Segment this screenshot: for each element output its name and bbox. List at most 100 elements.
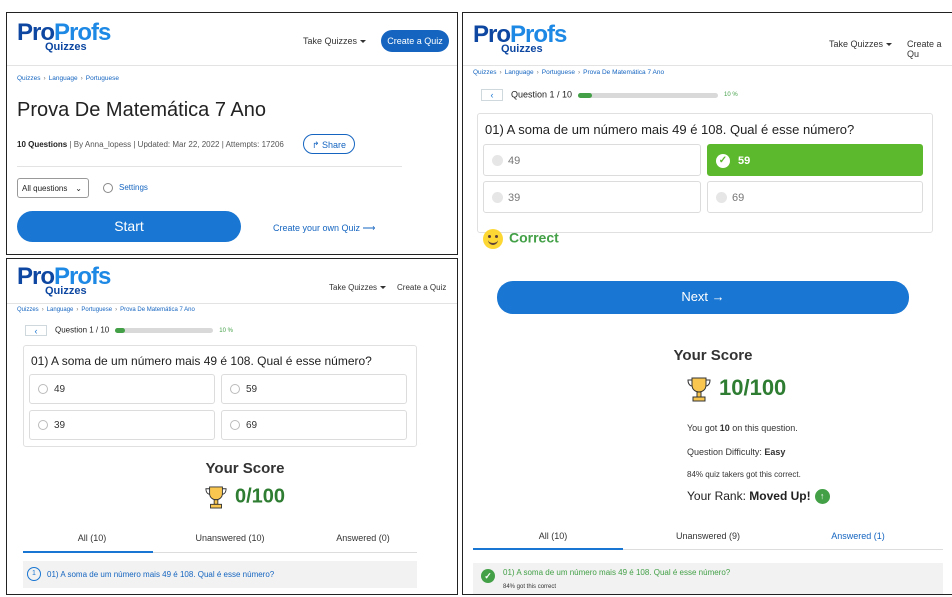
tab-unanswered[interactable]: Unanswered (10) — [175, 533, 285, 543]
question-filter-select[interactable]: All questions ⌄ — [17, 178, 89, 198]
list-item-text: 01) A soma de um número mais 49 é 108. Q… — [503, 568, 731, 577]
progress-percent: 10 % — [724, 92, 738, 98]
page-title: Prova De Matemática 7 Ano — [17, 99, 267, 121]
breadcrumb-quiz-title[interactable]: Prova De Matemática 7 Ano — [583, 69, 664, 76]
previous-question-button[interactable]: ‹ — [25, 325, 47, 336]
breadcrumb-quizzes[interactable]: Quizzes — [473, 69, 496, 76]
breadcrumb-quizzes[interactable]: Quizzes — [17, 75, 40, 82]
score-number: 10/100 — [719, 375, 787, 400]
option-radio — [230, 384, 240, 394]
breadcrumb-language[interactable]: Language — [47, 307, 74, 313]
start-button[interactable]: Start — [17, 211, 241, 242]
option-radio — [716, 192, 727, 203]
option-49[interactable]: 49 — [483, 144, 701, 176]
meta-divider — [17, 166, 402, 167]
breadcrumb-quizzes[interactable]: Quizzes — [17, 307, 39, 313]
option-59[interactable]: 59 — [221, 374, 407, 404]
option-39[interactable]: 39 — [483, 181, 701, 213]
option-label: 59 — [246, 384, 258, 395]
breadcrumb-language[interactable]: Language — [505, 69, 534, 76]
option-label: 69 — [246, 420, 258, 431]
gear-icon — [103, 183, 113, 193]
list-item-subtext: 84% got this correct — [503, 584, 557, 590]
next-button[interactable]: Next → — [497, 281, 909, 314]
proprofs-logo[interactable]: ProProfs Quizzes — [17, 265, 111, 297]
share-label: Share — [322, 140, 347, 150]
tab-unanswered[interactable]: Unanswered (9) — [653, 531, 763, 541]
breadcrumb-portuguese[interactable]: Portuguese — [81, 307, 112, 313]
breadcrumb-portuguese[interactable]: Portuguese — [86, 75, 119, 82]
option-69[interactable]: 69 — [221, 410, 407, 440]
difficulty-label: Question Difficulty: — [687, 447, 765, 457]
option-59-correct[interactable]: ✓ 59 — [707, 144, 923, 176]
breadcrumb-language[interactable]: Language — [49, 75, 78, 82]
progress-bar — [115, 328, 214, 333]
option-radio — [492, 192, 503, 203]
take-quizzes-menu[interactable]: Take Quizzes — [829, 39, 893, 49]
create-quiz-button[interactable]: Create a Quiz — [381, 30, 449, 52]
create-quiz-link[interactable]: Create a Qu — [907, 39, 952, 59]
proprofs-logo[interactable]: ProProfs Quizzes — [473, 23, 567, 55]
tab-all[interactable]: All (10) — [503, 531, 603, 541]
list-item[interactable]: 1 01) A soma de um número mais 49 é 108.… — [23, 561, 417, 588]
option-label: 39 — [54, 420, 66, 431]
tab-answered[interactable]: Answered (1) — [803, 531, 913, 541]
option-radio — [38, 420, 48, 430]
create-own-quiz-link[interactable]: Create your own Quiz ⟶ — [273, 223, 375, 234]
check-icon: ✓ — [716, 154, 730, 168]
trophy-icon — [687, 377, 711, 402]
trophy-icon — [205, 486, 227, 509]
unanswered-question-panel: ProProfs Quizzes Take Quizzes Create a Q… — [6, 258, 458, 595]
take-quizzes-label: Take Quizzes — [829, 39, 884, 49]
filter-selected-value: All questions — [22, 184, 68, 193]
question-progress: ‹ Question 1 / 10 10 % — [481, 89, 738, 101]
answered-question-panel: ProProfs Quizzes Take Quizzes Create a Q… — [462, 12, 952, 595]
breadcrumb-quiz-title[interactable]: Prova De Matemática 7 Ano — [120, 307, 195, 313]
score-title: Your Score — [673, 347, 753, 364]
score-value: 10/100 — [687, 375, 786, 402]
option-39[interactable]: 39 — [29, 410, 215, 440]
header-divider — [7, 65, 457, 66]
arrow-right-icon: → — [708, 289, 725, 304]
quiz-meta-details: | By Anna_lopess | Updated: Mar 22, 2022… — [67, 140, 284, 149]
rank-info: Your Rank: Moved Up! ↑ — [687, 489, 830, 505]
points-post: on this question. — [729, 423, 798, 433]
breadcrumb: Quizzes › Language › Portuguese — [17, 75, 119, 82]
option-49[interactable]: 49 — [29, 374, 215, 404]
create-own-label: Create your own Quiz — [273, 223, 361, 233]
breadcrumb-portuguese[interactable]: Portuguese — [542, 69, 575, 76]
create-quiz-link[interactable]: Create a Quiz — [397, 283, 446, 292]
previous-question-button[interactable]: ‹ — [481, 89, 503, 101]
option-radio — [38, 384, 48, 394]
progress-bar — [578, 92, 719, 98]
question-text: 01) A soma de um número mais 49 é 108. Q… — [31, 354, 372, 368]
rank-label: Your Rank: — [687, 489, 750, 503]
tab-all[interactable]: All (10) — [47, 533, 137, 543]
tab-answered[interactable]: Answered (0) — [313, 533, 413, 543]
active-tab-indicator — [23, 551, 153, 553]
question-counter: Question 1 / 10 — [511, 89, 573, 100]
option-69[interactable]: 69 — [707, 181, 923, 213]
share-button[interactable]: ↱ Share — [303, 134, 355, 154]
list-item-text: 01) A soma de um número mais 49 é 108. Q… — [47, 570, 275, 579]
difficulty-value: Easy — [764, 447, 786, 457]
quiz-meta: 10 Questions | By Anna_lopess | Updated:… — [17, 140, 284, 149]
share-arrow-icon: ↱ — [311, 140, 322, 150]
take-quizzes-label: Take Quizzes — [303, 36, 358, 46]
settings-link[interactable]: Settings — [103, 183, 148, 193]
proprofs-logo[interactable]: ProProfs Quizzes — [17, 21, 111, 53]
header-divider — [7, 303, 457, 304]
caret-down-icon — [886, 43, 893, 47]
check-icon: ✓ — [481, 569, 495, 583]
list-item-number: 1 — [27, 567, 41, 581]
option-label: 39 — [508, 192, 521, 204]
questions-count: 10 Questions — [17, 140, 68, 149]
active-tab-indicator — [473, 548, 623, 550]
take-quizzes-menu[interactable]: Take Quizzes — [303, 36, 367, 46]
screenshot-collage: ProProfs Quizzes Take Quizzes Create a Q… — [0, 0, 952, 597]
option-label: 49 — [54, 384, 66, 395]
question-text: 01) A soma de um número mais 49 é 108. Q… — [485, 122, 855, 137]
take-quizzes-menu[interactable]: Take Quizzes — [329, 283, 387, 292]
list-item[interactable]: ✓ 01) A soma de um número mais 49 é 108.… — [473, 563, 943, 594]
points-pre: You got — [687, 423, 720, 433]
